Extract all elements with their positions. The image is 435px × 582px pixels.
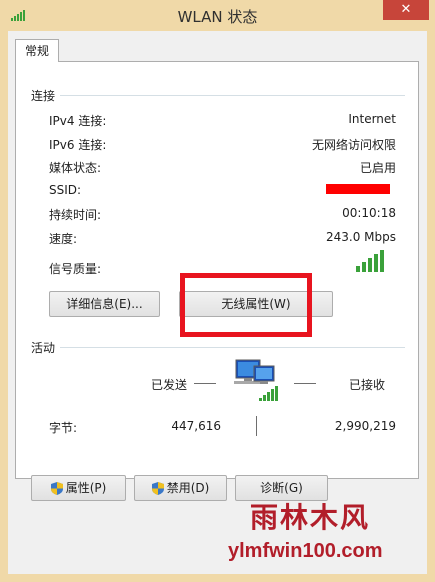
watermark-url: ylmfwin100.com [228, 540, 383, 562]
activity-divider [60, 347, 405, 348]
ssid-redaction [326, 184, 390, 194]
properties-button-label: 属性(P) [65, 481, 107, 495]
signal-bar [380, 250, 384, 272]
duration-value: 00:10:18 [342, 206, 396, 220]
sent-dash [194, 383, 216, 384]
signal-bar [374, 254, 378, 272]
media-state-value: 已启用 [359, 161, 396, 175]
shield-icon [151, 482, 164, 495]
activity-heading: 活动 [31, 341, 56, 355]
ssid-label: SSID: [49, 183, 82, 197]
wlan-status-window: WLAN 状态 ✕ 常规 连接 IPv4 连接: Internet IPv6 连… [0, 0, 435, 582]
shield-icon [50, 482, 63, 495]
details-button[interactable]: 详细信息(E)... [49, 291, 160, 317]
disable-button-label: 禁用(D) [166, 481, 210, 495]
window-title: WLAN 状态 [177, 8, 258, 26]
watermark-logo: 雨林木风 [250, 501, 371, 534]
signal-bar [368, 258, 372, 272]
received-label: 已接收 [349, 378, 386, 392]
ipv4-label: IPv4 连接: [49, 114, 107, 128]
ipv4-value: Internet [348, 112, 396, 126]
ipv6-value: 无网络访问权限 [311, 138, 396, 152]
signal-strength-icon [356, 250, 384, 272]
highlight-box [180, 273, 312, 337]
bytes-sent-value: 447,616 [171, 419, 221, 433]
connection-divider [60, 95, 405, 96]
media-state-label: 媒体状态: [49, 161, 102, 175]
properties-button[interactable]: 属性(P) [31, 475, 126, 501]
signal-quality-label: 信号质量: [49, 262, 102, 276]
speed-label: 速度: [49, 232, 78, 246]
connection-heading: 连接 [31, 89, 56, 103]
network-computers-icon [234, 359, 278, 401]
dialog-client: 常规 连接 IPv4 连接: Internet IPv6 连接: 无网络访问权限… [8, 31, 427, 574]
title-bar[interactable]: WLAN 状态 ✕ [0, 0, 435, 31]
sent-label: 已发送 [151, 378, 188, 392]
general-panel: 连接 IPv4 连接: Internet IPv6 连接: 无网络访问权限 媒体… [15, 61, 419, 479]
received-dash [294, 383, 316, 384]
ipv6-label: IPv6 连接: [49, 138, 107, 152]
tab-general[interactable]: 常规 [15, 39, 60, 62]
signal-bar [362, 262, 366, 272]
close-button[interactable]: ✕ [383, 0, 429, 20]
duration-label: 持续时间: [49, 208, 102, 222]
speed-value: 243.0 Mbps [325, 230, 396, 244]
bytes-separator [256, 416, 257, 436]
signal-bar [356, 266, 360, 272]
bytes-received-value: 2,990,219 [334, 419, 396, 433]
disable-button[interactable]: 禁用(D) [134, 475, 227, 501]
bytes-label: 字节: [49, 421, 78, 435]
close-icon: ✕ [400, 2, 412, 17]
